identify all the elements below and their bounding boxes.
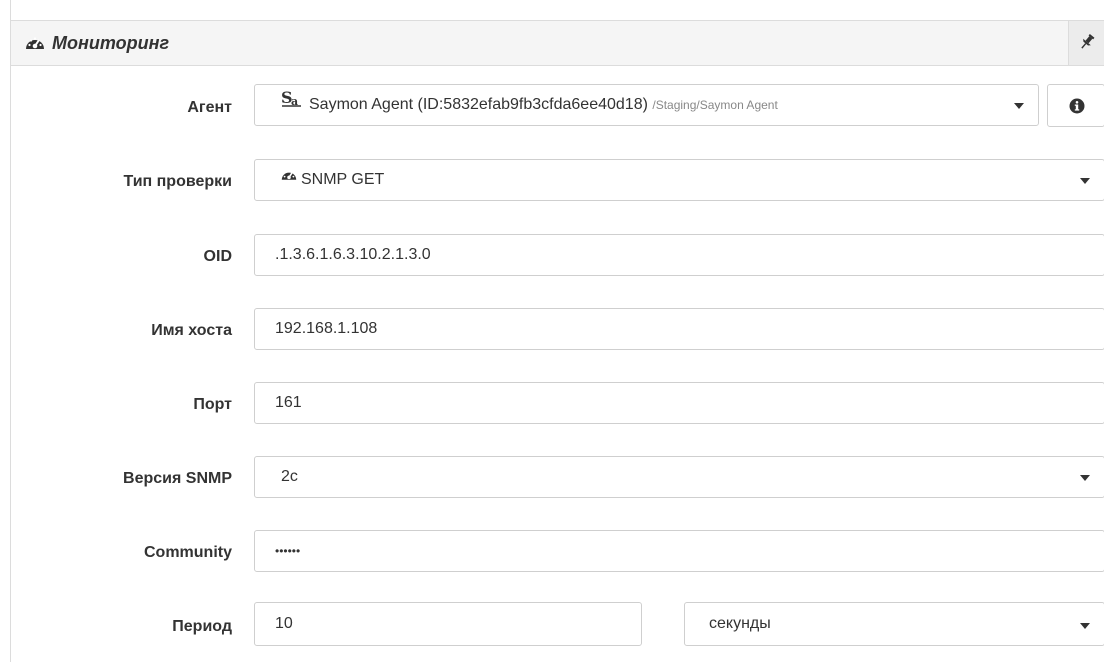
dashboard-icon [281, 160, 297, 198]
svg-text:a: a [291, 95, 298, 107]
hostname-label: Имя хоста [151, 322, 232, 339]
period-unit-value: секунды [709, 615, 771, 632]
period-unit-select[interactable]: секунды [684, 602, 1104, 646]
community-label: Community [144, 544, 232, 561]
monitoring-panel: Мониторинг Агент S a Saymon Agent (ID:58… [10, 0, 1104, 662]
panel-header: Мониторинг [11, 20, 1104, 66]
chevron-down-icon [1014, 103, 1024, 109]
agent-label: Агент [187, 99, 232, 116]
port-label: Порт [193, 396, 232, 413]
community-value: •••••• [275, 544, 301, 558]
agent-info-button[interactable] [1047, 84, 1104, 127]
agent-path: /Staging/Saymon Agent [652, 98, 778, 113]
oid-input[interactable]: .1.3.6.1.6.3.10.2.1.3.0 [254, 234, 1104, 276]
chevron-down-icon [1080, 178, 1090, 184]
hostname-input[interactable]: 192.168.1.108 [254, 308, 1104, 350]
check-type-value: SNMP GET [301, 171, 385, 189]
agent-icon: S a [281, 85, 303, 123]
community-password-input[interactable]: •••••• [254, 530, 1104, 572]
agent-value: Saymon Agent (ID:5832efab9fb3cfda6ee40d1… [309, 96, 648, 114]
period-input[interactable]: 10 [254, 602, 642, 646]
chevron-down-icon [1080, 623, 1090, 629]
pin-icon [1081, 33, 1095, 49]
period-label: Период [172, 618, 232, 635]
hostname-value: 192.168.1.108 [275, 320, 378, 337]
port-input[interactable]: 161 [254, 382, 1104, 424]
period-value: 10 [275, 615, 293, 632]
chevron-down-icon [1080, 475, 1090, 481]
check-type-select[interactable]: SNMP GET [254, 159, 1104, 201]
oid-value: .1.3.6.1.6.3.10.2.1.3.0 [275, 246, 431, 263]
dashboard-icon [25, 34, 45, 54]
check-type-label: Тип проверки [123, 173, 232, 190]
oid-label: OID [203, 248, 232, 265]
agent-select[interactable]: S a Saymon Agent (ID:5832efab9fb3cfda6ee… [254, 84, 1039, 126]
info-icon [1069, 98, 1085, 114]
snmp-version-select[interactable]: 2c [254, 456, 1104, 498]
snmp-version-label: Версия SNMP [123, 470, 232, 487]
pin-button[interactable] [1068, 21, 1104, 65]
panel-title: Мониторинг [52, 33, 170, 53]
snmp-version-value: 2c [281, 468, 298, 485]
port-value: 161 [275, 394, 302, 411]
